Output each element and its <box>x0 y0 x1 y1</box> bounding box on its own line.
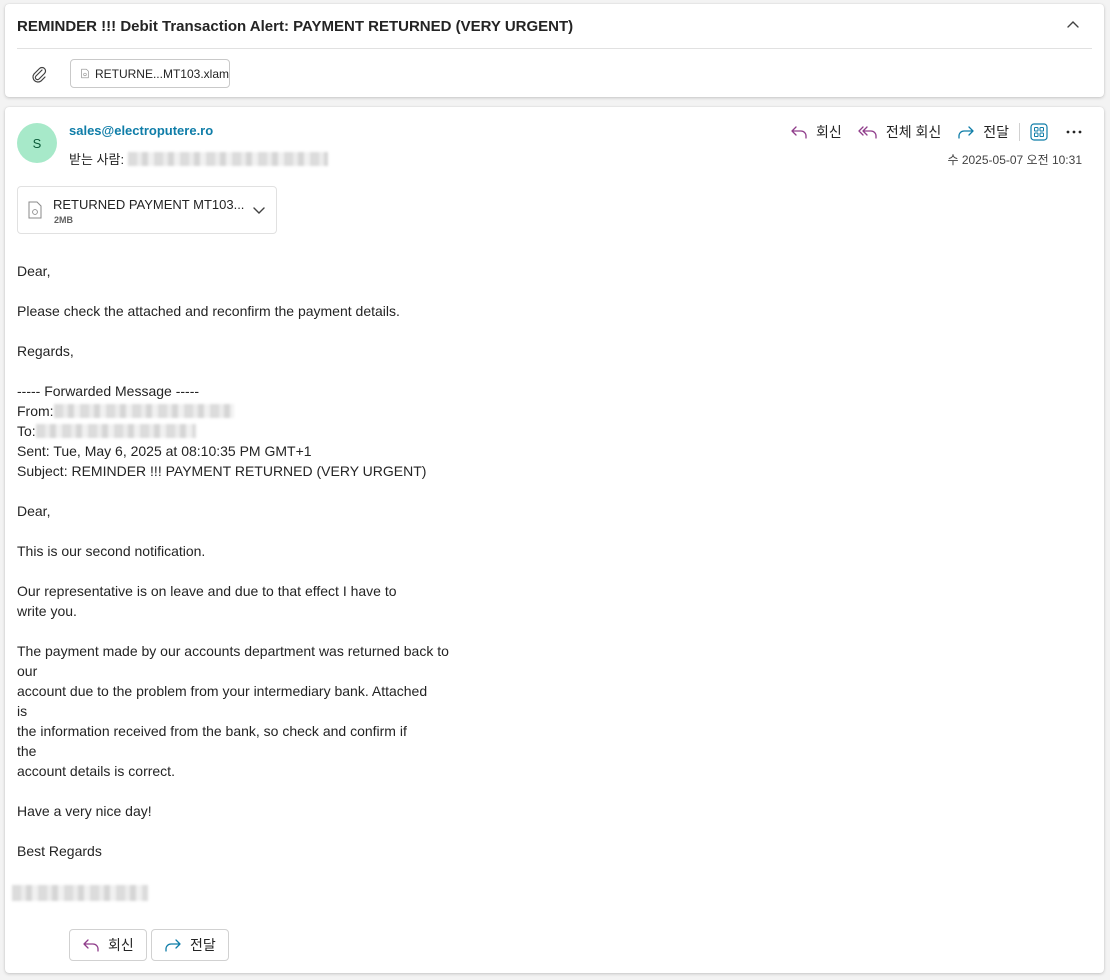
attachment-size: 2MB <box>54 215 74 225</box>
reply-all-icon <box>858 126 877 139</box>
body-line: Have a very nice day! <box>17 803 152 819</box>
bottom-forward-button[interactable]: 전달 <box>151 929 229 961</box>
subject-card: REMINDER !!! Debit Transaction Alert: PA… <box>5 4 1104 97</box>
body-line: write you. <box>17 603 77 619</box>
bottom-forward-label: 전달 <box>190 937 216 953</box>
more-actions-button[interactable] <box>1066 130 1082 134</box>
attachment-chip-name: RETURNE...MT103.xlam <box>94 66 229 81</box>
document-icon <box>81 68 89 79</box>
from-label: From: <box>17 403 54 419</box>
body-line: Our representative is on leave and due t… <box>17 583 397 599</box>
collapse-button[interactable] <box>1062 14 1084 36</box>
forwarded-from: From: <box>17 401 577 421</box>
sender-address[interactable]: sales@electroputere.ro <box>69 123 213 138</box>
attachment-card[interactable]: RETURNED PAYMENT MT103... 2MB <box>17 186 277 234</box>
apps-button[interactable] <box>1030 123 1048 141</box>
body-line: account due to the problem from your int… <box>17 683 428 699</box>
forward-label: 전달 <box>983 124 1009 140</box>
avatar[interactable]: S <box>17 123 57 163</box>
message-timestamp: 수 2025-05-07 오전 10:31 <box>947 153 1082 167</box>
redacted-to <box>35 424 196 438</box>
reply-icon <box>791 126 807 139</box>
forwarded-sent: Sent: Tue, May 6, 2025 at 08:10:35 PM GM… <box>17 443 312 459</box>
body-regards: Regards, <box>17 343 74 359</box>
redacted-recipients <box>128 151 329 166</box>
body-line: This is our second notification. <box>17 543 206 559</box>
body-line: account details is correct. <box>17 763 175 779</box>
body-greeting: Dear, <box>17 263 51 279</box>
attachment-chip[interactable]: RETURNE...MT103.xlam <box>70 59 230 88</box>
body-line: our <box>17 663 38 679</box>
body-line: The payment made by our accounts departm… <box>17 643 449 659</box>
subject-header: REMINDER !!! Debit Transaction Alert: PA… <box>17 4 1092 49</box>
reply-icon <box>83 939 99 952</box>
chevron-down-icon[interactable] <box>252 203 266 217</box>
bottom-reply-button[interactable]: 회신 <box>69 929 147 961</box>
forward-icon <box>958 126 974 139</box>
chevron-up-icon <box>1067 21 1079 28</box>
recipients-line: 받는 사람: <box>69 149 329 168</box>
reply-label: 회신 <box>816 124 842 140</box>
reply-button[interactable]: 회신 <box>790 122 842 142</box>
message-card: S sales@electroputere.ro 받는 사람: 회신 전체 회신… <box>5 107 1104 973</box>
body-line: the <box>17 743 37 759</box>
redacted-from <box>53 404 234 418</box>
bottom-reply-label: 회신 <box>108 937 134 953</box>
document-icon <box>28 201 42 219</box>
forward-icon <box>165 939 181 952</box>
reply-all-button[interactable]: 전체 회신 <box>858 122 941 142</box>
message-body: Dear, Please check the attached and reco… <box>17 261 577 861</box>
body-line: the information received from the bank, … <box>17 723 407 739</box>
body-line: is <box>17 703 28 719</box>
apps-grid-icon <box>1030 123 1048 141</box>
paperclip-icon <box>29 64 49 84</box>
body-greeting-2: Dear, <box>17 503 51 519</box>
email-subject: REMINDER !!! Debit Transaction Alert: PA… <box>17 18 574 35</box>
message-actions: 회신 전체 회신 전달 <box>774 121 1082 143</box>
action-divider <box>1019 123 1020 141</box>
to-label: 받는 사람: <box>69 152 125 167</box>
forwarded-subject: Subject: REMINDER !!! PAYMENT RETURNED (… <box>17 463 427 479</box>
reply-all-label: 전체 회신 <box>885 124 942 140</box>
fwd-to-label: To: <box>17 423 36 439</box>
redacted-signature <box>12 885 148 901</box>
more-icon <box>1066 130 1082 134</box>
forwarded-header: ----- Forwarded Message ----- <box>17 383 200 399</box>
body-line: Best Regards <box>17 843 102 859</box>
forward-button[interactable]: 전달 <box>957 122 1009 142</box>
attachment-name: RETURNED PAYMENT MT103... <box>53 197 245 212</box>
body-line: Please check the attached and reconfirm … <box>17 303 400 319</box>
forwarded-to: To: <box>17 421 577 441</box>
